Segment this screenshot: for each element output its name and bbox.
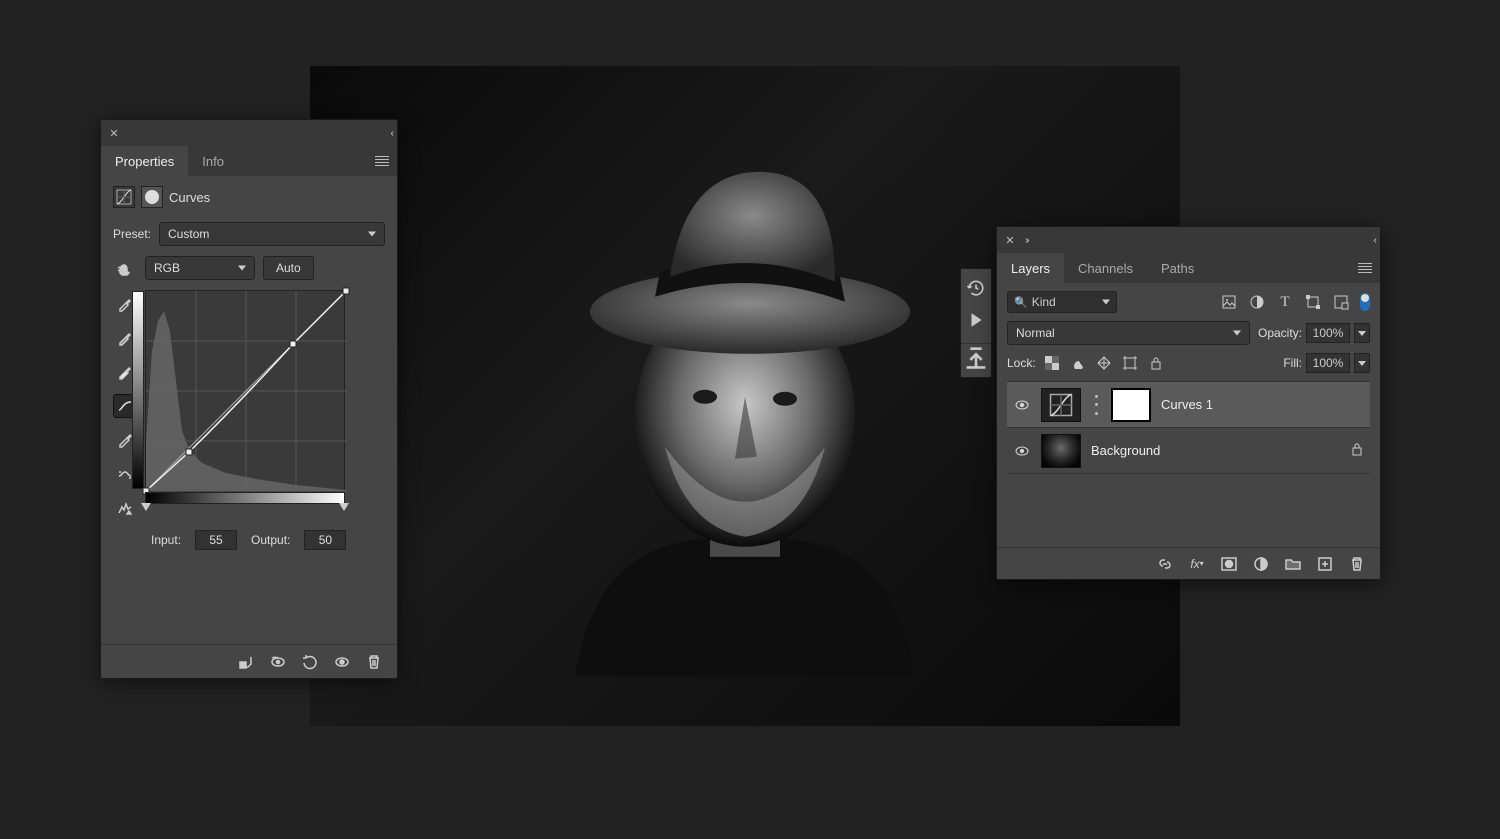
clip-to-layer-icon[interactable] (235, 651, 257, 673)
black-point-slider[interactable] (141, 503, 151, 511)
history-icon[interactable] (967, 279, 985, 297)
reset-icon[interactable] (299, 651, 321, 673)
preset-dropdown[interactable]: Custom (159, 222, 385, 246)
expand-icon[interactable]: ›› (1025, 235, 1028, 246)
lock-transparency-icon[interactable] (1044, 355, 1060, 371)
layer-name: Background (1091, 443, 1160, 458)
opacity-value[interactable]: 100% (1306, 323, 1350, 343)
layer-name: Curves 1 (1161, 397, 1213, 412)
layer-thumbnail-curves[interactable] (1041, 388, 1081, 422)
tab-properties[interactable]: Properties (101, 146, 188, 176)
trash-icon[interactable] (363, 651, 385, 673)
tab-info[interactable]: Info (188, 146, 238, 176)
tab-paths[interactable]: Paths (1147, 253, 1208, 283)
filter-smartobject-icon[interactable] (1332, 293, 1350, 311)
filter-type-icon[interactable]: T (1276, 293, 1294, 311)
opacity-caret-icon[interactable] (1354, 323, 1370, 343)
lock-position-icon[interactable] (1096, 355, 1112, 371)
layer-thumbnail-image[interactable] (1041, 434, 1081, 468)
visibility-icon[interactable] (1013, 396, 1031, 414)
layer-mask-thumbnail[interactable] (1111, 388, 1151, 422)
clip-warning-icon[interactable] (113, 496, 137, 520)
docked-panel-strip (960, 268, 992, 378)
play-icon[interactable] (967, 311, 985, 329)
layer-row[interactable]: Background (1007, 428, 1370, 474)
visibility-icon[interactable] (331, 651, 353, 673)
trash-icon[interactable] (1348, 555, 1366, 573)
visibility-icon[interactable] (1013, 442, 1031, 460)
panel-menu-icon[interactable] (367, 146, 397, 176)
mask-link-icon[interactable] (1091, 395, 1101, 415)
collapse-icon[interactable]: ‹‹ (390, 128, 391, 139)
input-field[interactable] (195, 530, 237, 550)
clone-source-icon[interactable] (961, 343, 991, 361)
add-mask-icon[interactable] (1220, 555, 1238, 573)
filter-adjustment-icon[interactable] (1248, 293, 1266, 311)
output-gradient (132, 291, 144, 489)
blend-mode-dropdown[interactable]: Normal (1007, 321, 1250, 345)
portrait-placeholder (535, 137, 955, 677)
view-previous-icon[interactable] (267, 651, 289, 673)
new-adjustment-icon[interactable] (1252, 555, 1270, 573)
collapse-icon[interactable]: ‹‹ (1373, 235, 1374, 246)
panel-menu-icon[interactable] (1350, 253, 1380, 283)
link-layers-icon[interactable] (1156, 555, 1174, 573)
layer-list: Curves 1 Background (1007, 381, 1370, 474)
properties-panel: ‹‹ Properties Info Curves Preset: Custom… (100, 119, 398, 679)
white-point-slider[interactable] (339, 503, 349, 511)
output-label: Output: (251, 533, 290, 547)
close-icon[interactable] (1003, 233, 1017, 247)
layer-filter-dropdown[interactable]: 🔍 Kind (1007, 291, 1117, 313)
finger-scrubber-icon[interactable] (113, 256, 137, 280)
new-layer-icon[interactable] (1316, 555, 1334, 573)
fill-value[interactable]: 100% (1306, 353, 1350, 373)
fill-caret-icon[interactable] (1354, 353, 1370, 373)
layer-row[interactable]: Curves 1 (1007, 382, 1370, 428)
lock-icon[interactable] (1350, 442, 1364, 459)
input-label: Input: (151, 533, 181, 547)
channel-dropdown[interactable]: RGB (145, 256, 255, 280)
tab-layers[interactable]: Layers (997, 253, 1064, 283)
filter-toggle[interactable] (1360, 293, 1370, 311)
lock-pixels-icon[interactable] (1070, 355, 1086, 371)
opacity-label: Opacity: (1258, 326, 1302, 340)
input-gradient[interactable] (145, 492, 345, 504)
lock-artboard-icon[interactable] (1122, 355, 1138, 371)
filter-shape-icon[interactable] (1304, 293, 1322, 311)
lock-label: Lock: (1007, 356, 1036, 370)
filter-image-icon[interactable] (1220, 293, 1238, 311)
lock-all-icon[interactable] (1148, 355, 1164, 371)
search-icon: 🔍 (1014, 296, 1028, 309)
mask-icon[interactable] (141, 186, 163, 208)
auto-button[interactable]: Auto (263, 256, 314, 280)
tab-channels[interactable]: Channels (1064, 253, 1147, 283)
new-group-icon[interactable] (1284, 555, 1302, 573)
curves-graph[interactable] (145, 290, 345, 490)
curves-adjustment-icon (113, 186, 135, 208)
layers-panel: ›› ‹‹ Layers Channels Paths 🔍 Kind T Nor… (996, 226, 1381, 580)
close-icon[interactable] (107, 126, 121, 140)
fx-icon[interactable]: fx▾ (1188, 555, 1206, 573)
fill-label: Fill: (1283, 356, 1302, 370)
adjustment-title: Curves (169, 190, 210, 205)
preset-label: Preset: (113, 227, 151, 241)
output-field[interactable] (304, 530, 346, 550)
